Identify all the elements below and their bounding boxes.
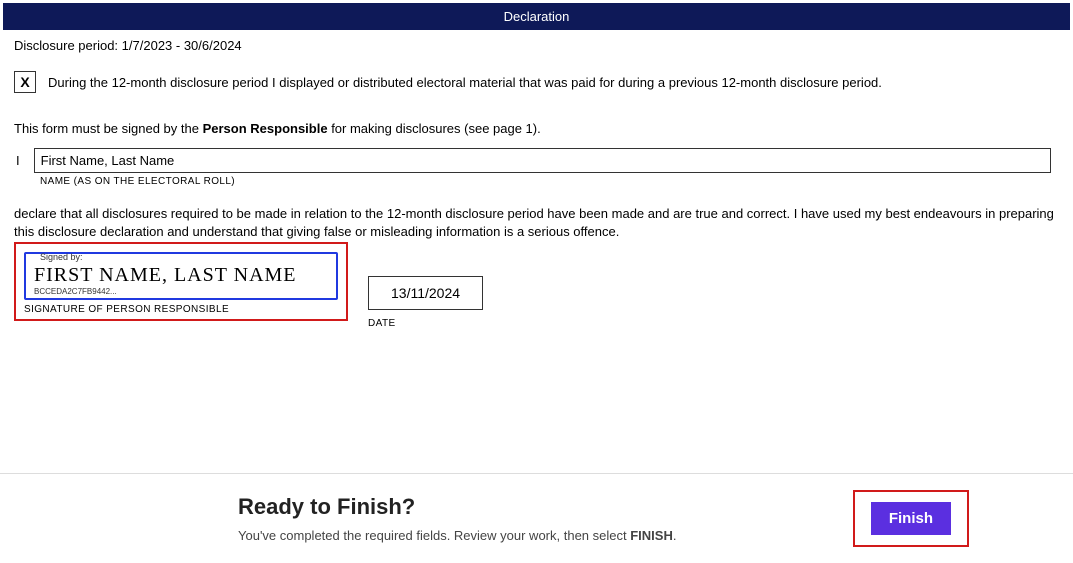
sign-instruction-bold: Person Responsible: [203, 121, 328, 136]
name-input[interactable]: [34, 148, 1051, 173]
checkbox-mark: X: [20, 74, 29, 90]
finish-highlight: Finish: [853, 490, 969, 547]
section-title: Declaration: [504, 9, 570, 24]
name-row: I: [14, 148, 1059, 173]
ready-sub-bold: FINISH: [630, 528, 673, 543]
section-header: Declaration: [3, 3, 1070, 30]
sign-instruction-suffix: for making disclosures (see page 1).: [328, 121, 541, 136]
disclosure-value: 1/7/2023 - 30/6/2024: [122, 38, 242, 53]
disclosure-period: Disclosure period: 1/7/2023 - 30/6/2024: [14, 38, 1059, 53]
ready-sub-prefix: You've completed the required fields. Re…: [238, 528, 630, 543]
material-checkbox[interactable]: X: [14, 71, 36, 93]
checkbox-row: X During the 12-month disclosure period …: [14, 71, 1059, 93]
form-content: Disclosure period: 1/7/2023 - 30/6/2024 …: [0, 38, 1073, 333]
finish-button[interactable]: Finish: [871, 502, 951, 535]
sign-instruction: This form must be signed by the Person R…: [14, 121, 1059, 136]
disclosure-label: Disclosure period:: [14, 38, 118, 53]
declaration-text: declare that all disclosures required to…: [14, 205, 1059, 240]
signature-hash: BCCEDA2C7FB9442...: [34, 287, 328, 296]
checkbox-text: During the 12-month disclosure period I …: [48, 75, 882, 90]
date-caption: DATE: [368, 318, 483, 329]
name-prefix: I: [14, 153, 20, 168]
ready-sub-suffix: .: [673, 528, 677, 543]
signed-by-label: Signed by:: [40, 252, 83, 262]
sign-instruction-prefix: This form must be signed by the: [14, 121, 203, 136]
date-value: 13/11/2024: [368, 276, 483, 310]
signature-row: Signed by: FIRST NAME, LAST NAME BCCEDA2…: [14, 242, 1059, 333]
ready-subtitle: You've completed the required fields. Re…: [238, 528, 676, 543]
date-column: 13/11/2024 DATE: [368, 242, 483, 333]
signature-highlight: Signed by: FIRST NAME, LAST NAME BCCEDA2…: [14, 242, 348, 321]
ready-title: Ready to Finish?: [238, 494, 676, 520]
finish-bar: Ready to Finish? You've completed the re…: [0, 473, 1073, 563]
signature-caption: SIGNATURE OF PERSON RESPONSIBLE: [24, 304, 338, 315]
finish-text-block: Ready to Finish? You've completed the re…: [24, 494, 676, 543]
docusign-signature-box[interactable]: Signed by: FIRST NAME, LAST NAME BCCEDA2…: [24, 252, 338, 300]
name-caption: NAME (AS ON THE ELECTORAL ROLL): [40, 176, 1059, 187]
